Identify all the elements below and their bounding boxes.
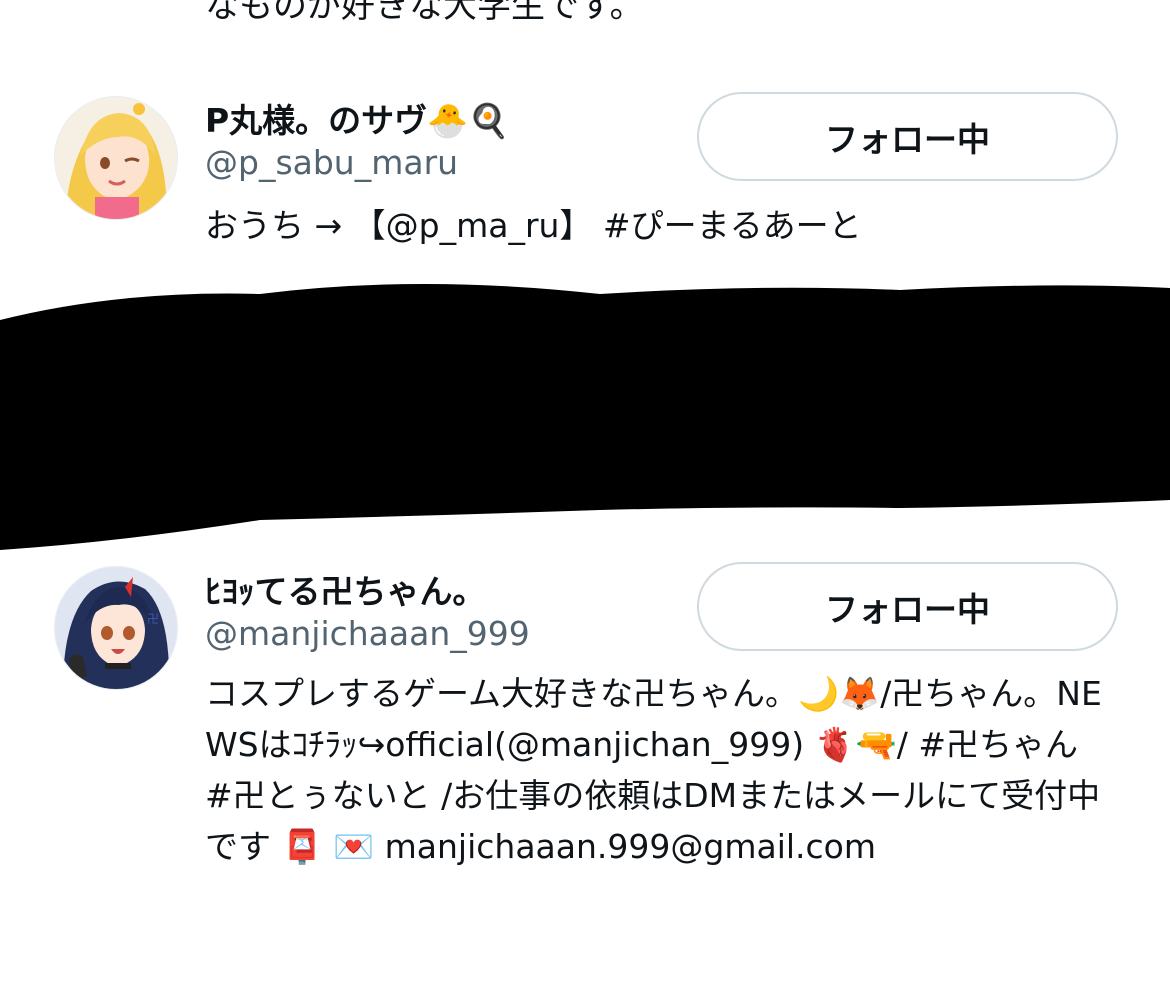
- display-name[interactable]: ﾋﾖｯてる卍ちゃん。: [205, 565, 486, 613]
- svg-text:卍: 卍: [147, 612, 159, 626]
- display-name[interactable]: P丸様。のサヴ🐣🍳: [205, 94, 509, 142]
- anime-avatar-dark-hair-icon: 卍: [55, 567, 177, 689]
- anime-avatar-blonde-icon: [55, 97, 177, 219]
- following-button[interactable]: フォロー中: [697, 562, 1118, 651]
- user-handle[interactable]: @p_sabu_maru: [205, 143, 458, 182]
- following-button[interactable]: フォロー中: [697, 92, 1118, 181]
- user-handle[interactable]: @manjichaaan_999: [205, 614, 530, 653]
- previous-user-bio-fragment: なものが好きな大学生です。: [205, 0, 644, 26]
- avatar[interactable]: [54, 96, 178, 220]
- user-bio: コスプレするゲーム大好きな卍ちゃん。🌙🦊/卍ちゃん。NEWSはｺﾁﾗｯ↪offi…: [205, 674, 1102, 866]
- user-bio: おうち → 【@p_ma_ru】 #ぴーまるあーと: [205, 206, 862, 245]
- avatar[interactable]: 卍: [54, 566, 178, 690]
- redaction-overlay: [0, 270, 1170, 555]
